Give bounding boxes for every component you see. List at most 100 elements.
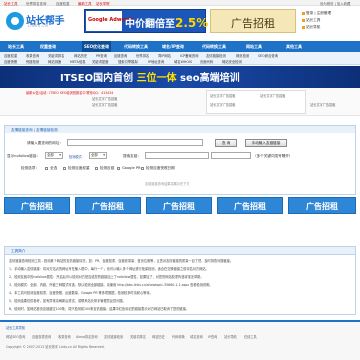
option-label: 检测反链 — [100, 166, 115, 170]
ad-banner[interactable]: 广告招租 — [146, 197, 212, 214]
intro-paragraph: 4、本工具可检测百度权重、百度快照、反链数量、Google PR 等多项数据，检… — [9, 291, 153, 295]
google-pr-checkbox[interactable] — [117, 167, 120, 170]
text-ad-area: 最新公告/活动：ITSEO SEO培训班报名中 联系QQ：413434 站长文字… — [0, 88, 360, 116]
login-register-link[interactable]: 登录 | 注册管理 — [302, 11, 331, 16]
option-label: 检测百度权重 — [68, 166, 90, 170]
subnav-link[interactable]: SEO综合查询 — [258, 53, 278, 58]
footer-title: 站长工具导航 — [6, 326, 26, 330]
nav-item-active[interactable]: SEO优化查询 — [82, 41, 112, 52]
footer: 站长工具导航 网站SEO查询 百度权重查询 收录查询 Alexa排名查询 友情链… — [0, 320, 360, 360]
header-tools-link[interactable]: 站长工具 — [302, 18, 320, 23]
text-ad-slot[interactable]: 站长文字广告招租 — [92, 102, 118, 107]
seo-training-banner[interactable]: ITSEO国内首创 三位一体 seo高端培训 — [0, 66, 360, 88]
nav-item[interactable]: 代码转换工具 — [202, 41, 226, 52]
intro-paragraph: 友情链接查询检测工具 - 检测某个网站的友情链接情况，如：PR、百度权重、百度收… — [9, 259, 234, 263]
select-all-checkbox[interactable] — [45, 167, 48, 170]
subnav-link[interactable]: META信息 — [70, 59, 86, 64]
nav-item[interactable]: 权重查询 — [40, 41, 56, 52]
footer-link[interactable]: 域名查询 — [190, 334, 203, 339]
baidu-weight-checkbox[interactable] — [63, 167, 66, 170]
subnav-link[interactable]: 死链检测 — [26, 59, 39, 64]
nav-item[interactable]: 其他工具 — [286, 41, 302, 52]
adwords-banner-ad[interactable]: Google Adwords 中价翻倍至2.5% — [84, 9, 208, 33]
footer-link[interactable]: IP查询 — [208, 334, 217, 339]
announcement-text[interactable]: 最新公告/活动：ITSEO SEO培训班报名中 联系QQ：413434 — [26, 90, 113, 95]
header-links: 登录 | 注册管理 站长工具 站长导航 — [302, 11, 358, 33]
ad-banner[interactable]: 广告招租 — [4, 197, 70, 214]
subnav-link[interactable]: IP地址查询 — [148, 59, 164, 64]
tool-form: 请输入要查询的网址： 查 询 手动输入友链链接 显示nofollow链接： 全部… — [4, 133, 356, 195]
text-ad-slot[interactable]: 站长文字广告招租 — [260, 93, 286, 98]
manual-input-button[interactable]: 手动输入友链链接 — [245, 139, 287, 147]
nav-item[interactable]: 网站工具 — [246, 41, 262, 52]
search-input[interactable] — [145, 152, 209, 159]
ad-banner[interactable]: 广告招租 — [75, 197, 141, 214]
footer-link[interactable]: 代码转换 — [172, 334, 185, 339]
subnav-link[interactable]: 友情链接检测 — [206, 53, 226, 58]
ad-banner[interactable]: 广告招租 — [217, 197, 283, 214]
main-nav: 站长工具 权重查询 SEO优化查询 代码转换工具 域名/IP查询 代码转换工具 … — [0, 41, 360, 52]
subnav-link[interactable]: 收录查询 — [26, 53, 39, 58]
subnav-link[interactable]: 网页检测 — [236, 53, 249, 58]
subnav-link[interactable]: 反链查询 — [114, 53, 127, 58]
subnav-link[interactable]: 网站测速 — [48, 59, 61, 64]
footer-link[interactable]: 网站历史 — [152, 334, 165, 339]
subnav-link[interactable]: 网站历史 — [74, 53, 87, 58]
snapshot-date-checkbox[interactable] — [141, 167, 144, 170]
url-input[interactable] — [67, 139, 203, 146]
header-nav-link[interactable]: 站长导航 — [302, 25, 320, 30]
topbar-link[interactable]: 最新工具 — [78, 1, 92, 6]
set-homepage-link[interactable]: 设为首页 | 加入收藏 — [320, 1, 350, 6]
bullet-icon — [302, 11, 305, 15]
check-mode-select[interactable]: 全部 ▾ — [89, 152, 107, 159]
topbar-link[interactable]: 世界排名查询 — [26, 1, 46, 6]
text-ad-slot[interactable]: 站长文字广告招租 — [310, 102, 336, 107]
footer-link[interactable]: 友情链接检测 — [104, 334, 123, 339]
subnav-link[interactable]: 搜索引擎模拟 — [118, 59, 138, 64]
text-ad-slot[interactable]: 站长文字广告招租 — [210, 93, 236, 98]
bullet-icon — [302, 18, 305, 22]
subnav-link[interactable]: 关键词密度 — [92, 59, 108, 64]
keyword-hint: （多个关键词逗号隔开） — [253, 154, 293, 158]
options-label: 检测选项： — [21, 166, 39, 170]
footer-link[interactable]: 关键词排名 — [130, 334, 146, 339]
option-label: Google PR — [122, 166, 141, 170]
search-label: 搜索友链： — [123, 154, 141, 158]
nofollow-label: 显示nofollow链接： — [7, 154, 41, 158]
keyword-input[interactable] — [211, 152, 251, 159]
footer-link[interactable]: 在线工具 — [244, 334, 257, 339]
option-label: 检测百度快照日期 — [146, 166, 175, 170]
ad-banner[interactable]: 广告招租 — [288, 197, 356, 214]
footer-link[interactable]: Alexa排名查询 — [76, 334, 98, 339]
footer-link[interactable]: 百度权重查询 — [32, 334, 51, 339]
subnav-link[interactable]: 网站安全检测 — [222, 59, 242, 64]
footer-link[interactable]: 收录查询 — [58, 334, 71, 339]
query-button[interactable]: 查 询 — [215, 139, 237, 147]
backlink-checkbox[interactable] — [95, 167, 98, 170]
result-note: 友链链接查询结果将展示在下方 — [145, 182, 190, 186]
subnav-link[interactable]: ICP备案查询 — [180, 53, 198, 58]
text-ad-slot[interactable]: 站长文字广告招租 — [92, 96, 118, 101]
footer-link[interactable]: 站长导航 — [224, 334, 237, 339]
subnav-link[interactable]: 世界排名 — [136, 53, 149, 58]
topbar-link[interactable]: 站长学院 — [96, 1, 110, 6]
topbar-link[interactable]: 百度权重 — [56, 1, 70, 6]
subnav-link[interactable]: 百度权重 — [4, 53, 17, 58]
nav-item[interactable]: 域名/IP查询 — [162, 41, 184, 52]
ad-for-rent-banner[interactable]: 广告招租 — [210, 9, 296, 33]
nofollow-select[interactable]: 全部 ▾ — [45, 152, 63, 159]
intro-paragraph: 5、检测结果仅供参考，如有异常请刷新后重试，或联系站长帮手管理员反馈问题。 — [9, 299, 126, 303]
text-ad-slot[interactable]: 站长文字广告招租 — [210, 102, 236, 107]
footer-link[interactable]: 网站SEO查询 — [6, 334, 25, 339]
subnav-link[interactable]: 关键词排名 — [48, 53, 64, 58]
subnav-link[interactable]: 百度快照 — [4, 59, 17, 64]
subnav-link[interactable]: 域名WHOIS — [174, 59, 192, 64]
nav-item[interactable]: 代码转换工具 — [124, 41, 148, 52]
subnav-link[interactable]: 页面代码 — [200, 59, 213, 64]
site-logo[interactable]: 站长帮手 LINKS.CN — [6, 9, 78, 33]
subnav-link[interactable]: 同IP网站 — [158, 53, 171, 58]
bullet-icon — [302, 25, 305, 29]
nav-item[interactable]: 站长工具 — [8, 41, 24, 52]
topbar-link[interactable]: 站长工具 — [4, 1, 18, 6]
subnav-link[interactable]: PR查询 — [96, 53, 107, 58]
